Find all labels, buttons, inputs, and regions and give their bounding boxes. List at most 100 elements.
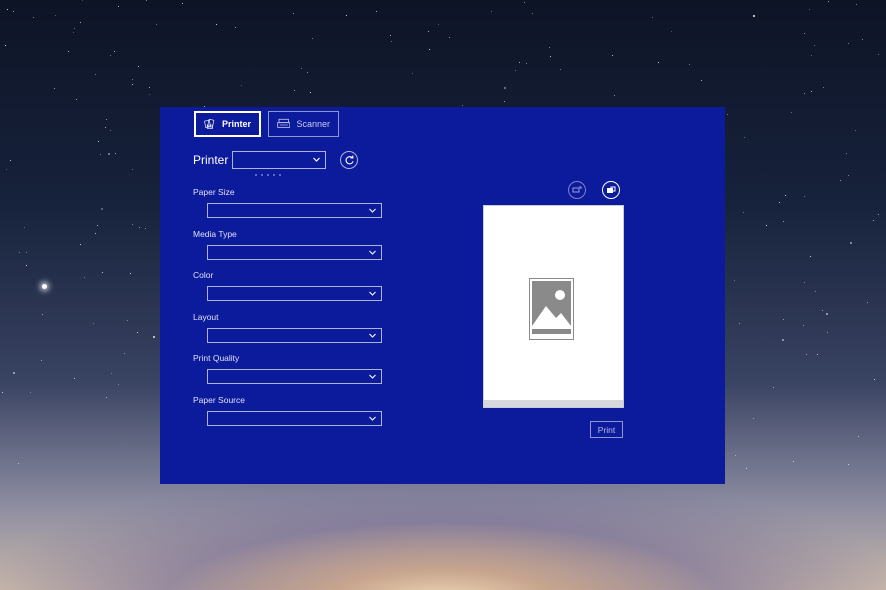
star [549,56,551,58]
star [811,91,813,93]
star [491,11,493,13]
star [867,302,869,304]
star [742,211,744,213]
star [733,279,735,281]
print-preview-page [483,205,624,408]
star [651,17,653,18]
star [804,33,806,35]
star [138,65,139,67]
star [802,324,804,326]
star [148,87,150,89]
star [804,281,805,283]
star [861,38,863,40]
star [94,233,96,235]
star [144,227,146,229]
star [848,175,850,177]
star [131,78,133,80]
star [878,53,880,55]
star [504,101,506,103]
star [149,94,151,96]
star [312,38,314,40]
star [815,291,817,292]
star [611,54,613,56]
star [462,105,463,106]
print-quality-select[interactable] [207,369,382,384]
star [310,92,312,93]
star [114,51,116,52]
star [793,461,794,463]
tab-printer[interactable]: Printer [194,111,261,137]
star [306,71,308,73]
star [814,45,816,47]
star [784,195,786,197]
fit-page-icon [572,186,582,193]
star [857,435,859,437]
star [804,92,806,94]
paper-source-select[interactable] [207,411,382,426]
star [241,84,243,86]
star [752,14,755,17]
star [76,98,78,100]
star [132,83,134,85]
scanner-tab-icon [277,118,291,128]
tab-scanner[interactable]: Scanner [268,111,339,137]
star [41,313,43,315]
chevron-down-icon [369,291,376,296]
star [156,23,157,25]
chevron-down-icon [313,157,320,162]
star [41,360,43,362]
star [548,46,550,48]
paper-source-label: Paper Source [193,395,245,405]
star [83,277,85,278]
star [110,372,112,374]
star [98,141,100,142]
star [872,220,874,222]
star [82,0,84,2]
star [182,3,184,5]
layout-select[interactable] [207,328,382,343]
star [4,45,6,46]
star [688,63,690,65]
star [781,339,784,342]
star [301,67,302,69]
star [26,264,27,266]
star [105,397,107,398]
star [811,55,813,56]
star [429,48,430,50]
refresh-printers-button[interactable] [340,151,358,169]
paper-size-label: Paper Size [193,187,235,197]
preview-fit-button[interactable] [568,181,586,199]
star [73,32,75,34]
chevron-down-icon [369,374,376,379]
star [1,392,3,394]
star [803,195,805,197]
star [743,137,745,139]
print-button[interactable]: Print [590,421,623,438]
print-quality-label: Print Quality [193,353,240,363]
star [376,10,378,12]
star [115,152,116,154]
star [532,13,534,15]
printer-select[interactable] [232,151,326,169]
star [734,455,736,456]
star [827,1,829,3]
star [108,153,111,156]
actual-size-icon [607,186,616,193]
star [153,336,156,339]
paper-size-select[interactable] [207,203,382,218]
star [80,244,82,246]
star [118,5,120,7]
star [390,40,392,42]
star [850,241,853,244]
star [215,23,217,25]
star [437,24,439,26]
star [826,331,828,333]
media-type-select[interactable] [207,245,382,260]
star [101,207,104,210]
star [109,55,111,57]
preview-actual-size-button[interactable] [602,181,620,199]
chevron-down-icon [369,416,376,421]
star [129,273,131,274]
layout-label: Layout [193,312,219,322]
color-select[interactable] [207,286,382,301]
